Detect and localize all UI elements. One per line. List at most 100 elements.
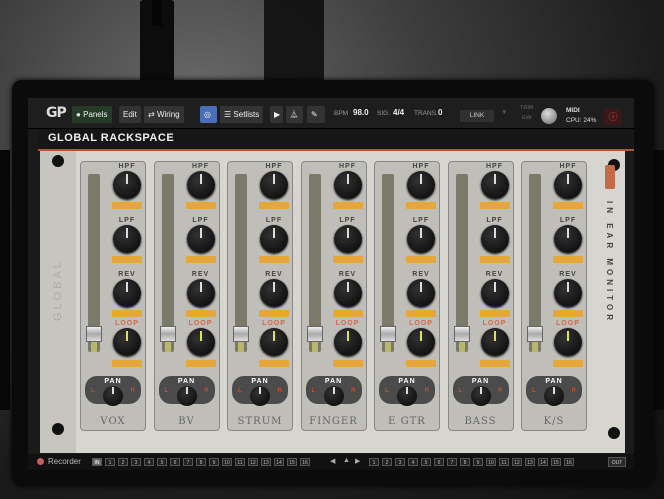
input-number-button[interactable]: 1 <box>105 458 115 466</box>
input-number-button[interactable]: 7 <box>183 458 193 466</box>
lpf-knob[interactable] <box>260 225 288 253</box>
rev-knob[interactable] <box>554 279 582 307</box>
pan-knob[interactable] <box>470 386 491 406</box>
output-number-button[interactable]: 5 <box>421 458 431 466</box>
output-number-button[interactable]: 8 <box>460 458 470 466</box>
output-number-button[interactable]: 16 <box>564 458 574 466</box>
lpf-knob[interactable] <box>480 225 509 253</box>
rev-knob[interactable] <box>480 279 509 307</box>
hpf-knob[interactable] <box>480 171 509 199</box>
pan-knob[interactable] <box>397 386 417 406</box>
link-button[interactable]: LINK <box>460 110 494 122</box>
trans-value[interactable]: 0 <box>438 108 442 117</box>
panels-button[interactable]: ● Panels <box>72 106 112 123</box>
pan-knob[interactable] <box>176 386 197 406</box>
output-number-button[interactable]: 15 <box>551 458 561 466</box>
setlists-button[interactable]: ☰ Setlists <box>220 106 264 123</box>
hpf-knob[interactable] <box>554 171 582 199</box>
sig-value[interactable]: 4/4 <box>393 108 404 117</box>
pan-knob[interactable] <box>103 386 123 406</box>
lpf-label: LPF <box>118 217 136 224</box>
hpf-knob[interactable] <box>186 171 215 199</box>
loop-knob[interactable] <box>113 328 141 356</box>
pan-knob[interactable] <box>323 386 344 406</box>
chevron-down-icon[interactable]: ▼ <box>501 109 507 116</box>
output-number-button[interactable]: 10 <box>486 458 496 466</box>
out-button[interactable]: OUT <box>608 457 626 467</box>
output-number-button[interactable]: 2 <box>382 458 392 466</box>
rev-knob[interactable] <box>260 279 288 307</box>
input-number-button[interactable]: 13 <box>261 458 271 466</box>
edit-button[interactable]: Edit <box>119 106 141 123</box>
rev-knob[interactable] <box>113 279 141 307</box>
loop-knob[interactable] <box>480 328 509 356</box>
record-icon[interactable] <box>37 458 44 465</box>
rev-knob[interactable] <box>333 279 362 307</box>
input-number-button[interactable]: 11 <box>235 458 245 466</box>
fader-handle[interactable] <box>306 326 323 343</box>
input-number-button[interactable]: 4 <box>144 458 154 466</box>
fader-handle[interactable] <box>453 326 470 343</box>
input-number-button[interactable]: 9 <box>209 458 219 466</box>
rev-knob[interactable] <box>407 279 435 307</box>
hpf-knob[interactable] <box>260 171 288 199</box>
globe-icon[interactable]: ◎ <box>200 106 217 123</box>
play-icon[interactable]: ▶ <box>270 106 283 123</box>
rev-knob[interactable] <box>186 279 215 307</box>
loop-knob[interactable] <box>407 328 435 356</box>
fader-handle[interactable] <box>86 326 102 343</box>
output-number-button[interactable]: 3 <box>395 458 405 466</box>
fader-handle[interactable] <box>159 326 176 343</box>
nav-up-icon[interactable]: ▲ <box>343 457 350 464</box>
panic-icon[interactable]: ⓘ <box>604 109 622 125</box>
input-number-button[interactable]: 6 <box>170 458 180 466</box>
output-number-button[interactable]: 14 <box>538 458 548 466</box>
input-number-button[interactable]: 12 <box>248 458 258 466</box>
output-number-button[interactable]: 13 <box>525 458 535 466</box>
lpf-knob[interactable] <box>333 225 362 253</box>
trim-edit-label[interactable]: Edit <box>522 115 531 121</box>
recorder-label[interactable]: Recorder <box>48 457 81 466</box>
input-number-button[interactable]: 5 <box>157 458 167 466</box>
output-number-button[interactable]: 11 <box>499 458 509 466</box>
fader-handle[interactable] <box>233 326 249 343</box>
output-number-button[interactable]: 12 <box>512 458 522 466</box>
input-number-button[interactable]: 2 <box>118 458 128 466</box>
wrench-icon[interactable]: ✎ <box>307 106 325 123</box>
output-number-button[interactable]: 7 <box>447 458 457 466</box>
input-number-button[interactable]: 3 <box>131 458 141 466</box>
nav-next-icon[interactable]: ▶ <box>355 457 360 465</box>
lpf-knob[interactable] <box>186 225 215 253</box>
input-number-button[interactable]: 10 <box>222 458 232 466</box>
bpm-value[interactable]: 98.0 <box>353 108 369 117</box>
lpf-knob[interactable] <box>407 225 435 253</box>
output-number-button[interactable]: 4 <box>408 458 418 466</box>
loop-knob[interactable] <box>333 328 362 356</box>
input-number-button[interactable]: 15 <box>287 458 297 466</box>
input-number-button[interactable]: 14 <box>274 458 284 466</box>
input-number-button[interactable]: 16 <box>300 458 310 466</box>
lpf-knob[interactable] <box>113 225 141 253</box>
loop-knob[interactable] <box>186 328 215 356</box>
output-number-button[interactable]: 1 <box>369 458 379 466</box>
lpf-knob[interactable] <box>554 225 582 253</box>
app-screen: GP ● Panels Edit ⇄ Wiring ◎ ☰ Setlists ▶… <box>28 98 634 470</box>
hpf-knob[interactable] <box>407 171 435 199</box>
wiring-button[interactable]: ⇄ Wiring <box>144 106 184 123</box>
nav-prev-icon[interactable]: ◀ <box>330 457 335 465</box>
pan-control: PAN L R <box>232 376 288 406</box>
fader-handle[interactable] <box>527 326 543 343</box>
hpf-knob[interactable] <box>113 171 141 199</box>
fader-handle[interactable] <box>380 326 396 343</box>
output-number-button[interactable]: 9 <box>473 458 483 466</box>
pan-knob[interactable] <box>544 386 564 406</box>
output-number-button[interactable]: 6 <box>434 458 444 466</box>
hpf-knob[interactable] <box>333 171 362 199</box>
loop-knob[interactable] <box>260 328 288 356</box>
iem-toggle-button[interactable] <box>605 165 615 189</box>
loop-knob[interactable] <box>554 328 582 356</box>
input-number-button[interactable]: 8 <box>196 458 206 466</box>
metronome-icon[interactable]: ⏅ <box>286 106 303 123</box>
volume-knob[interactable] <box>541 108 557 124</box>
pan-knob[interactable] <box>250 386 270 406</box>
